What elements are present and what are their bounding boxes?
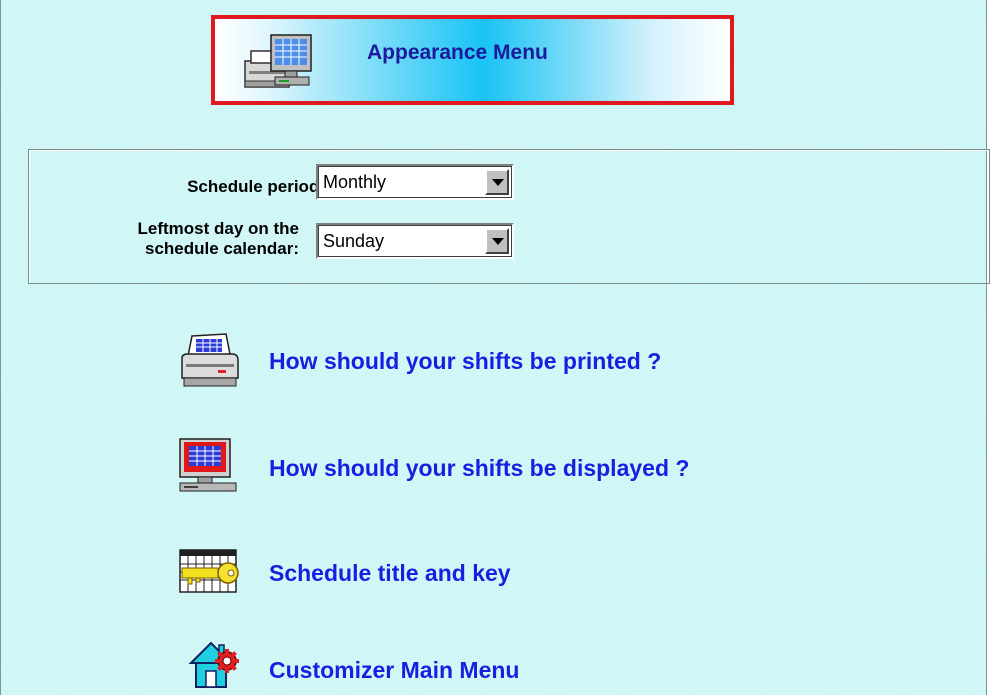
schedule-period-select[interactable]: Monthly	[316, 164, 514, 200]
menu-link-main-menu[interactable]: Customizer Main Menu	[269, 657, 519, 684]
menu-link-title-key[interactable]: Schedule title and key	[269, 560, 511, 587]
chevron-down-icon	[492, 179, 504, 186]
calendar-key-icon[interactable]	[178, 548, 242, 603]
computer-printer-icon	[241, 31, 321, 98]
settings-panel: Schedule period: Monthly Leftmost day on…	[28, 149, 990, 284]
monitor-icon[interactable]	[178, 437, 238, 500]
leftmost-day-label: Leftmost day on the schedule calendar:	[137, 219, 299, 258]
title-banner: Appearance Menu	[211, 15, 734, 105]
menu-link-printed[interactable]: How should your shifts be printed ?	[269, 348, 661, 375]
schedule-period-label: Schedule period:	[187, 177, 325, 196]
schedule-period-dropdown-button[interactable]	[485, 169, 509, 195]
page-title: Appearance Menu	[367, 41, 548, 64]
printer-icon[interactable]	[178, 332, 242, 395]
leftmost-day-dropdown-button[interactable]	[485, 228, 509, 254]
leftmost-day-select[interactable]: Sunday	[316, 223, 514, 259]
chevron-down-icon	[492, 238, 504, 245]
menu-link-displayed[interactable]: How should your shifts be displayed ?	[269, 455, 689, 482]
schedule-period-value: Monthly	[323, 172, 387, 192]
appearance-menu-page: Appearance Menu Schedule period: Monthly…	[0, 0, 990, 696]
home-gear-icon[interactable]	[187, 639, 243, 696]
leftmost-day-value: Sunday	[323, 231, 385, 251]
